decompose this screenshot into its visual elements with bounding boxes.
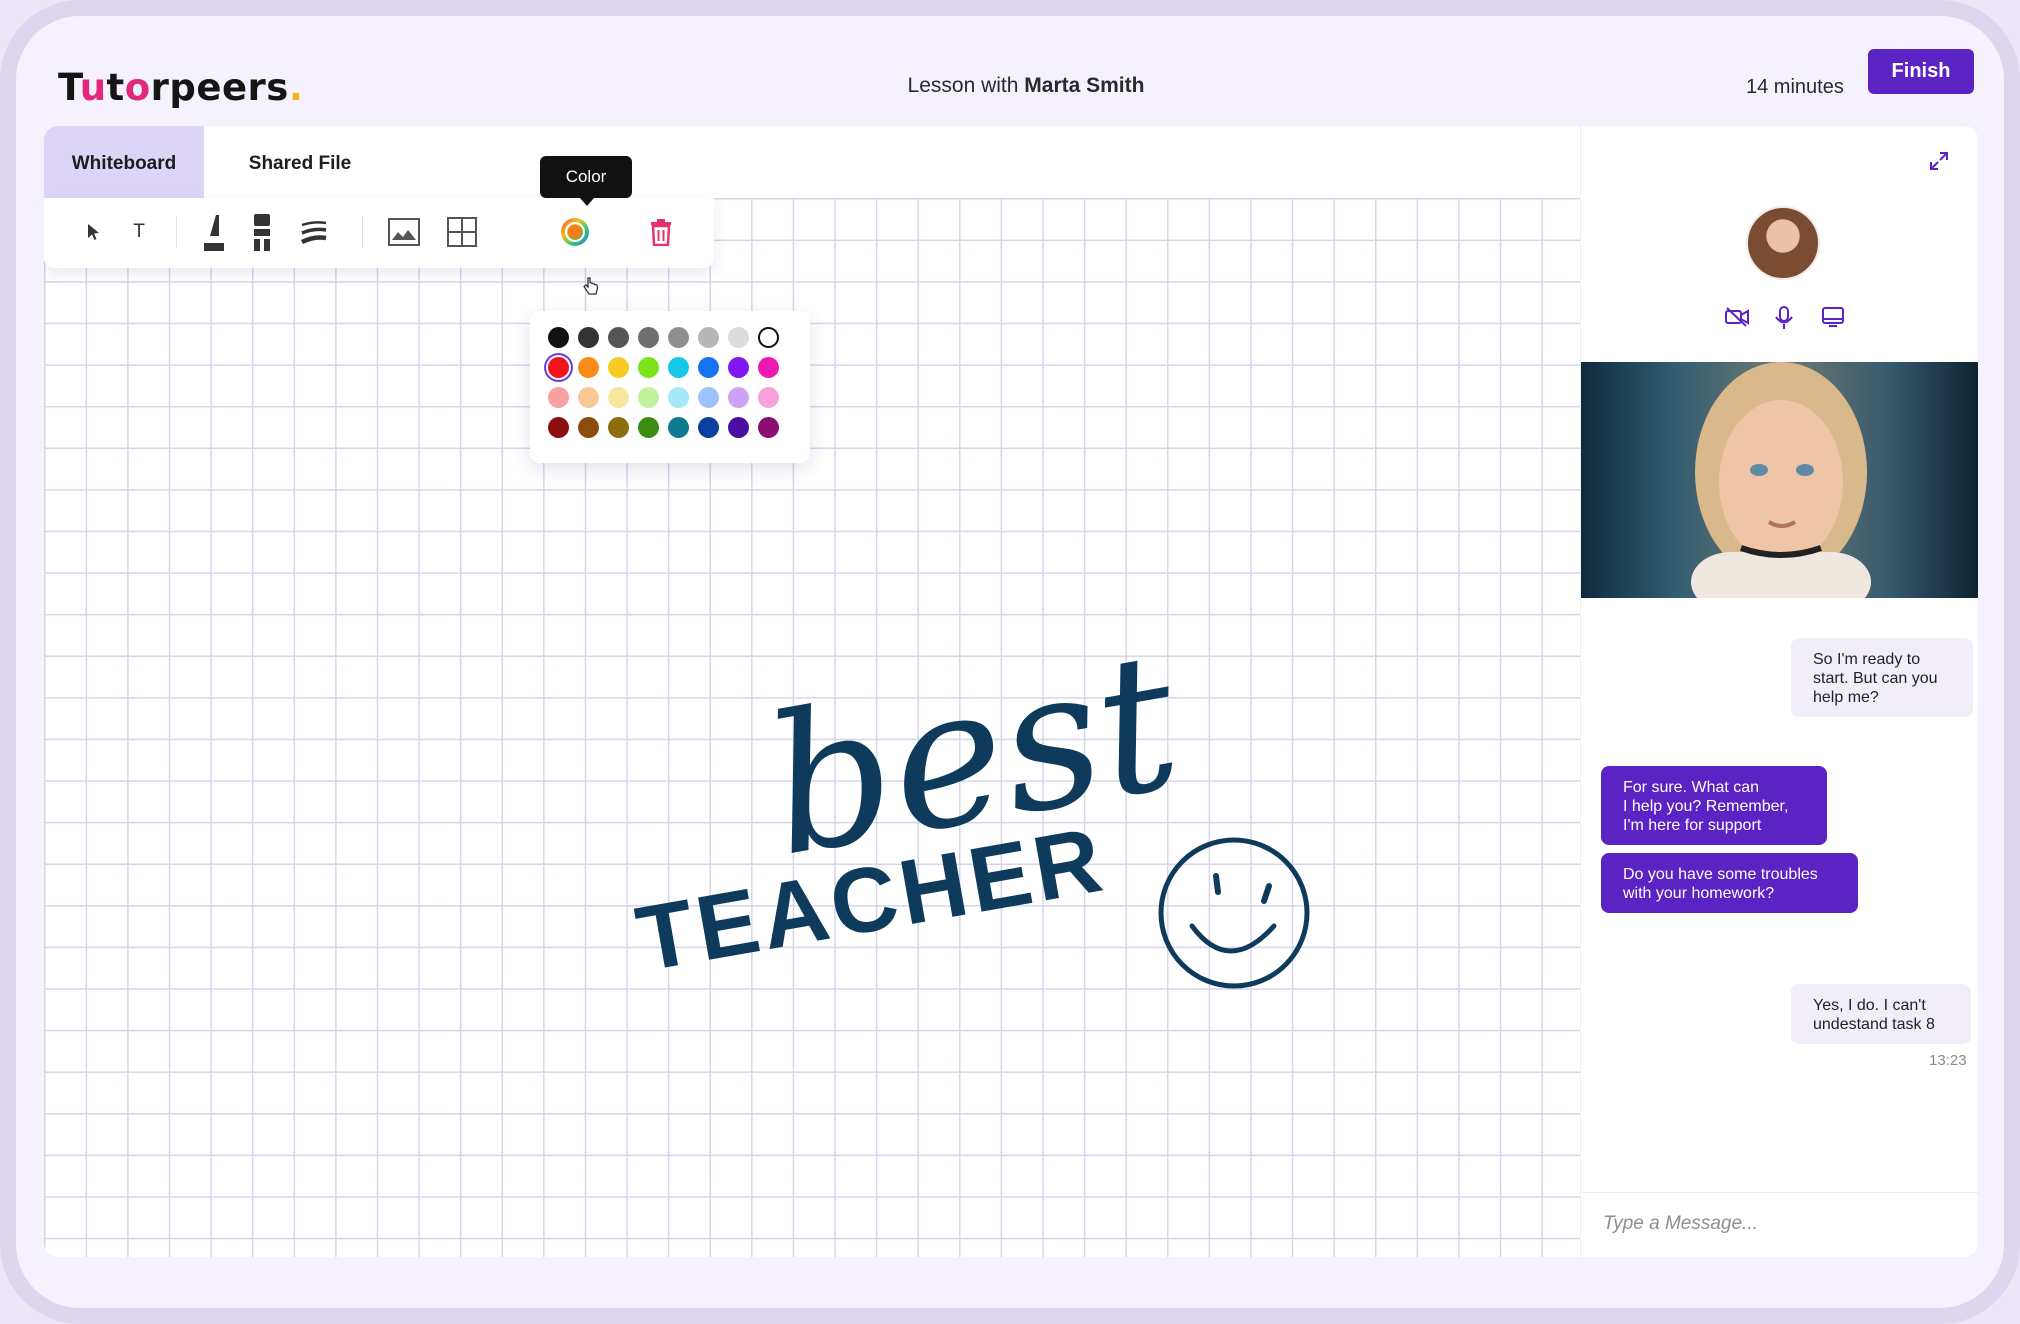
tab-shared-file[interactable]: Shared File (240, 126, 360, 198)
chat-message-tutor: For sure. What can I help you? Remember,… (1601, 766, 1827, 845)
color-swatch[interactable] (668, 387, 689, 408)
color-swatch[interactable] (668, 327, 689, 348)
app-screen: Tutorpeers. Lesson with Marta Smith 14 m… (16, 16, 2004, 1308)
select-arrow-icon[interactable] (74, 210, 114, 254)
color-swatch[interactable] (728, 387, 749, 408)
color-swatch[interactable] (578, 387, 599, 408)
color-swatch[interactable] (548, 357, 569, 378)
smiley-drawing (1158, 837, 1310, 989)
marker-icon[interactable] (242, 210, 282, 254)
tab-whiteboard[interactable]: Whiteboard (44, 126, 204, 198)
toolbar-divider (362, 216, 363, 248)
color-swatch[interactable] (758, 417, 779, 438)
table-icon[interactable] (442, 210, 482, 254)
color-swatch[interactable] (758, 357, 779, 378)
right-sidebar: So I'm ready to start. But can you help … (1580, 126, 1978, 1257)
message-timestamp: 13:23 (1929, 1052, 1967, 1069)
lesson-timer: 14 minutes (1746, 76, 1844, 98)
student-name: Marta Smith (1024, 74, 1145, 97)
device-frame: Tutorpeers. Lesson with Marta Smith 14 m… (0, 0, 2020, 1324)
color-swatch[interactable] (728, 417, 749, 438)
text-tool-button[interactable]: T (119, 210, 159, 254)
color-swatch[interactable] (608, 417, 629, 438)
color-swatch[interactable] (638, 327, 659, 348)
color-swatch[interactable] (638, 357, 659, 378)
screen-share-icon[interactable] (1821, 306, 1845, 333)
color-picker-icon[interactable] (555, 210, 595, 254)
color-swatch[interactable] (578, 327, 599, 348)
finish-button[interactable]: Finish (1868, 49, 1974, 94)
color-swatch[interactable] (638, 417, 659, 438)
whiteboard-area: Whiteboard Shared File T Color best TEAC… (44, 126, 1580, 1257)
tab-bar: Whiteboard Shared File (44, 126, 1580, 198)
whiteboard-drawing[interactable]: best TEACHER ever (634, 476, 1334, 996)
color-swatch[interactable] (548, 387, 569, 408)
hand-cursor-icon (582, 276, 600, 303)
chat-message-student: So I'm ready to start. But can you help … (1791, 638, 1973, 717)
color-swatch[interactable] (698, 327, 719, 348)
color-swatch[interactable] (728, 327, 749, 348)
color-swatch[interactable] (578, 417, 599, 438)
color-swatch[interactable] (698, 417, 719, 438)
palette-row (548, 417, 792, 438)
student-video-image (1691, 362, 1871, 598)
student-video-feed (1581, 362, 1978, 598)
color-swatch[interactable] (698, 387, 719, 408)
camera-off-icon[interactable] (1724, 306, 1750, 333)
drawing-word-ever: ever (720, 989, 1087, 996)
delete-icon[interactable] (641, 210, 681, 254)
color-palette (530, 311, 810, 463)
color-swatch[interactable] (698, 357, 719, 378)
palette-row (548, 387, 792, 408)
color-swatch[interactable] (728, 357, 749, 378)
chat-message-tutor: Do you have some troubles with your home… (1601, 853, 1858, 913)
whiteboard-toolbar: T (44, 198, 714, 268)
lesson-title: Lesson with Marta Smith (907, 74, 1145, 97)
color-swatch[interactable] (758, 327, 779, 348)
chat-message-student: Yes, I do. I can't undestand task 8 (1791, 984, 1971, 1044)
color-tooltip: Color (540, 156, 632, 206)
expand-icon[interactable] (1928, 150, 1950, 177)
image-icon[interactable] (384, 210, 424, 254)
color-swatch[interactable] (548, 417, 569, 438)
stroke-width-icon[interactable] (294, 210, 334, 254)
color-swatch[interactable] (608, 387, 629, 408)
pen-icon[interactable] (194, 210, 234, 254)
color-swatch[interactable] (578, 357, 599, 378)
color-swatch[interactable] (608, 357, 629, 378)
color-swatch[interactable] (668, 417, 689, 438)
color-swatch[interactable] (638, 387, 659, 408)
palette-row (548, 357, 792, 378)
toolbar-divider (176, 216, 177, 248)
main-panel: Whiteboard Shared File T Color best TEAC… (44, 126, 1978, 1257)
color-swatch[interactable] (668, 357, 689, 378)
color-swatch[interactable] (608, 327, 629, 348)
color-swatch[interactable] (548, 327, 569, 348)
tutor-avatar (1746, 206, 1820, 280)
palette-row (548, 327, 792, 348)
color-swatch[interactable] (758, 387, 779, 408)
tutorpeers-logo: Tutorpeers. (58, 66, 304, 109)
microphone-icon[interactable] (1774, 306, 1794, 335)
message-input[interactable]: Type a Message... (1581, 1192, 1978, 1257)
